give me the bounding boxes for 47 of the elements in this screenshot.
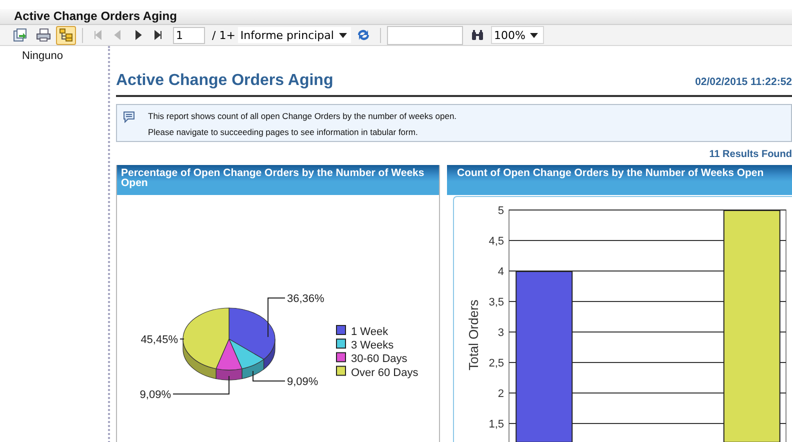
skip-icon [92, 29, 104, 41]
axis-tick-label: 3,5 [488, 296, 504, 308]
leader-line [268, 298, 286, 338]
page-number-field[interactable]: 1 [173, 26, 205, 44]
report-select[interactable]: Informe principal [238, 27, 351, 43]
value-label: 9,09% [287, 376, 318, 388]
caret-icon [530, 32, 538, 38]
chart-header: Percentage of Open Change Orders by the Number of Weeks Open [117, 165, 439, 195]
chart-header: Count of Open Change Orders by the Number of Weeks Open [447, 165, 792, 195]
sidebar-item[interactable]: Ninguno [0, 50, 108, 62]
legend-label: 1 Week [351, 326, 388, 338]
info-text: This report shows count of all open Change Orders by the number of weeks open. [148, 111, 457, 121]
export-icon [13, 28, 27, 42]
value-label: 36,36% [287, 293, 324, 305]
legend-label: Over 60 Days [351, 366, 418, 379]
caret-icon [338, 32, 347, 38]
legend-label: 30-60 Days [351, 353, 408, 366]
print-icon [36, 28, 50, 42]
tree-icon [59, 28, 73, 42]
axis-tick-label: 1,5 [488, 418, 504, 430]
find-field[interactable] [386, 26, 463, 44]
results-count: 11 Results Found [709, 149, 792, 160]
leader-line [172, 376, 230, 394]
report-timestamp: 02/02/2015 11:22:52 [695, 76, 792, 88]
axis-tick-label: 4 [498, 266, 504, 278]
triangle-icon [112, 29, 124, 41]
axis-tick-label: 2,5 [488, 358, 504, 370]
info-text: Please navigate to succeeding pages to see information in tabular form. [148, 127, 419, 137]
axis-tick-label: 3 [498, 327, 504, 339]
leader-line [180, 338, 184, 340]
document-map-toggle[interactable] [56, 26, 76, 44]
comment-icon [123, 111, 135, 123]
axis-title: Total Orders [466, 300, 481, 370]
legend-label: 3 Weeks [351, 340, 394, 352]
axis-tick-label: 2 [498, 388, 504, 400]
window-title: Active Change Orders Aging [0, 9, 792, 25]
report-title: Active Change Orders Aging [116, 72, 334, 90]
leader-line [252, 370, 286, 382]
value-label: 45,45% [140, 334, 178, 346]
value-label: 9,09% [140, 389, 171, 401]
binoculars-icon [471, 29, 484, 41]
page-count: / 1+ [212, 28, 236, 42]
axis-tick-label: 4,5 [488, 236, 504, 248]
zoom-select[interactable]: 100% [490, 26, 544, 44]
skip-icon [152, 29, 164, 41]
axis-tick-label: 5 [498, 205, 504, 217]
refresh-icon [356, 28, 372, 42]
